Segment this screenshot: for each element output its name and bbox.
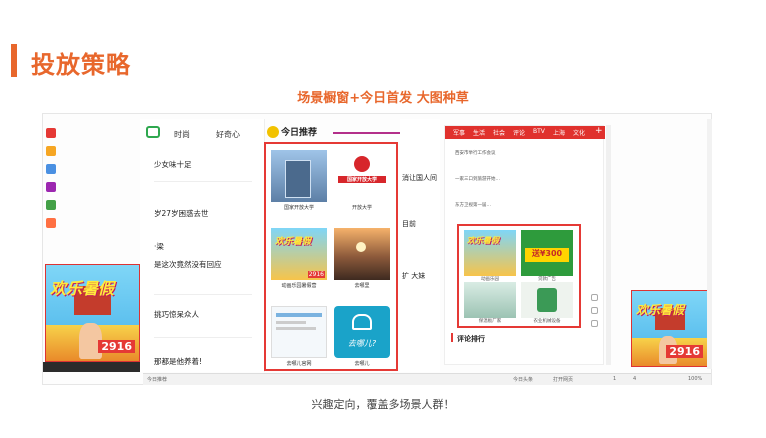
article-snippet[interactable]: 扩 大妹 [402, 271, 425, 281]
tile-label: 去哪儿官网 [286, 361, 312, 367]
camel-logo-icon[interactable]: 去哪儿? [334, 306, 390, 358]
side-toolbar [591, 294, 599, 333]
app-icon[interactable] [46, 200, 56, 210]
zoom-level[interactable]: 100% [688, 376, 702, 382]
news-item[interactable]: 少女味十足 [154, 159, 192, 170]
bookmark-icon[interactable] [591, 294, 598, 301]
ad-price: 2916 [666, 345, 703, 358]
ad-headline: 欢乐暑假 [636, 303, 685, 317]
status-bar: 今日推荐 今日头条 打开网页 1 4 100% [143, 373, 711, 385]
tile-label: 农业机械设备 [533, 319, 561, 324]
tile-label: 动画乐园暑假营 [281, 283, 317, 289]
title-accent-bar [11, 44, 17, 77]
status-item[interactable]: 今日头条 [513, 376, 533, 383]
building-photo-icon[interactable] [271, 150, 327, 202]
nav-item[interactable]: 评论 [513, 128, 525, 137]
news-item[interactable]: 是这次竟然没有回应 [154, 259, 222, 270]
home-icon[interactable] [591, 307, 598, 314]
status-text[interactable]: 今日推荐 [147, 376, 167, 383]
news-item[interactable]: 挑巧惊呆众人 [154, 309, 199, 320]
theme-park-ad-icon[interactable]: 欢乐暑假 2916 [271, 228, 327, 280]
slide-title: 投放策略 [31, 51, 131, 79]
sunset-photo-icon[interactable] [334, 228, 390, 280]
tab-fashion[interactable]: 时尚 [174, 129, 190, 140]
recommend-header: 今日推荐 [281, 128, 318, 138]
news-item[interactable]: 岁27岁困惑去世 [154, 208, 209, 219]
university-logo-icon[interactable]: 国家开放大学 [334, 150, 390, 202]
refresh-icon[interactable] [591, 320, 598, 327]
webpage-thumb-icon[interactable] [271, 306, 327, 358]
app-icon[interactable] [46, 182, 56, 192]
board-photo-icon[interactable] [464, 282, 516, 318]
recommend-panel: 国家开放大学 国家开放大学 开放大学 欢乐暑假 2916 动画乐园暑假营 去哪里… [264, 142, 398, 371]
app-icon[interactable] [46, 146, 56, 156]
app-icon[interactable] [46, 218, 56, 228]
ad-headline: 欢乐暑假 [50, 279, 115, 298]
news-headline[interactable]: 一家三口到旅游开始… [455, 176, 500, 182]
news-item[interactable]: 那都是他养着! [154, 356, 202, 367]
status-item[interactable]: 4 [633, 376, 636, 382]
news-item[interactable]: ·梁 [154, 241, 164, 252]
slide-subtitle: 场景橱窗+今日首发 大图种草 [297, 91, 469, 106]
scrollbar[interactable] [707, 119, 712, 369]
tile-label: 去哪儿 [354, 361, 370, 367]
news-headline[interactable]: 西安市举行工作会议 [455, 150, 496, 156]
article-snippet[interactable]: 消让国人间 [402, 173, 437, 183]
ad-showcase-box: 欢乐暑假 动画乐园 送¥300 贷款广告 保温板厂家 农业机械设备 [457, 224, 581, 328]
status-item[interactable]: 打开网页 [553, 376, 573, 383]
tile-label: 国家开放大学 [283, 205, 314, 211]
news-headline[interactable]: 东方卫视第一届… [455, 202, 491, 208]
app-icon[interactable] [46, 128, 56, 138]
tab-curiosity[interactable]: 好奇心 [216, 129, 240, 140]
nav-item[interactable]: 社会 [493, 128, 505, 137]
theme-park-ad-icon[interactable]: 欢乐暑假 [464, 230, 516, 276]
nav-item[interactable]: 军事 [453, 128, 465, 137]
tile-label: 开放大学 [351, 205, 372, 211]
news-column: 时尚 好奇心 少女味十足 岁27岁困惑去世 ·梁 是这次竟然没有回应 挑巧惊呆众… [140, 119, 265, 372]
nav-item[interactable]: 生活 [473, 128, 485, 137]
screenshot-frame: 欢乐暑假 2916 时尚 好奇心 少女味十足 岁27岁困惑去世 ·梁 是这次竟然… [42, 113, 712, 385]
article-column: 消让国人间 目前 扩 大妹 [400, 119, 440, 372]
machine-photo-icon[interactable] [521, 282, 573, 318]
desktop-icon-strip [44, 124, 58, 236]
tile-label: 保温板厂家 [478, 319, 502, 324]
app-logo-icon [146, 126, 160, 138]
tile-label: 去哪里 [354, 283, 370, 289]
banner-ad-right[interactable]: 欢乐暑假 2916 [631, 290, 708, 367]
app-icon[interactable] [46, 164, 56, 174]
rank-title: 评论排行 [457, 335, 485, 343]
nav-item[interactable]: BTV [533, 128, 545, 135]
nav-item[interactable]: 文化 [573, 128, 585, 137]
status-item[interactable]: 1 [613, 376, 616, 382]
scrollbar[interactable] [606, 125, 611, 365]
ad-price: 2916 [98, 340, 135, 353]
article-snippet[interactable]: 目前 [402, 219, 416, 229]
recommend-logo-icon [267, 126, 279, 138]
banner-ad-left[interactable]: 欢乐暑假 2916 [45, 264, 140, 362]
loan-ad-icon[interactable]: 送¥300 [521, 230, 573, 276]
news-category-nav: 军事 生活 社会 评论 BTV 上海 文化 + [445, 126, 605, 139]
add-icon[interactable]: + [595, 126, 603, 136]
nav-item[interactable]: 上海 [553, 128, 565, 137]
slide-caption: 兴趣定向，覆盖多场景人群！ [311, 398, 455, 411]
taskbar [43, 362, 143, 372]
